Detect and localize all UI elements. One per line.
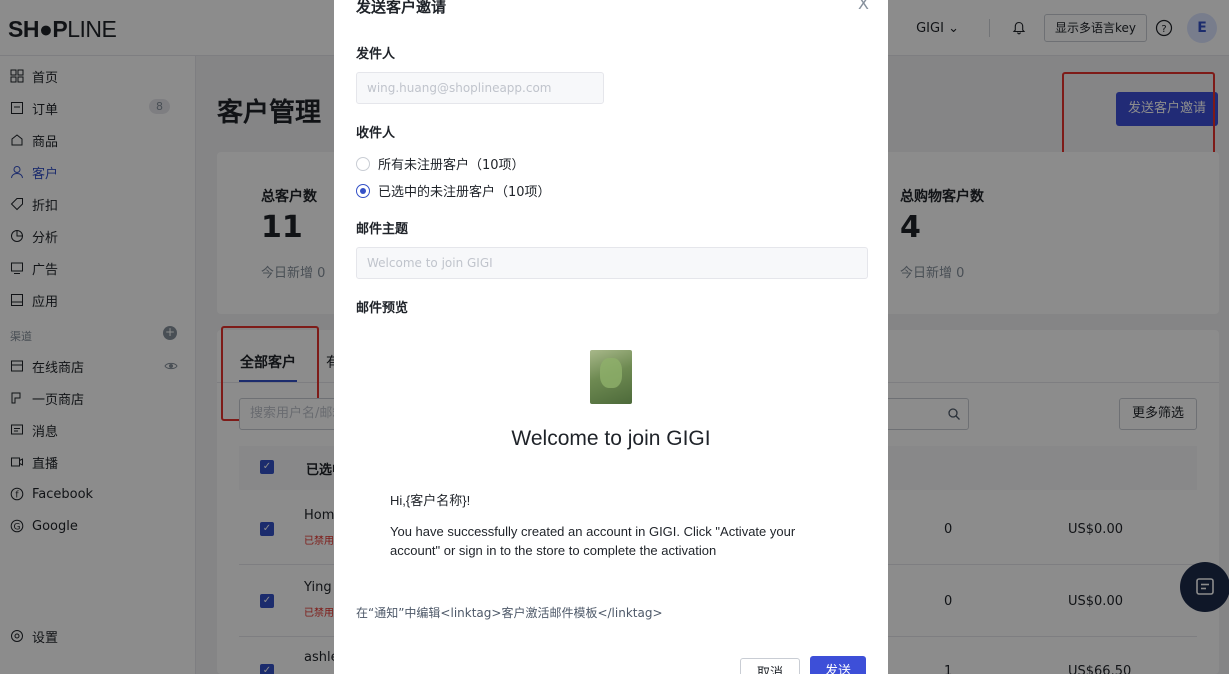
sender-label: 发件人 <box>356 47 396 62</box>
send-invite-modal: 发送客户邀请 X 发件人 wing.huang@shoplineapp.com … <box>334 0 888 674</box>
radio-label: 所有未注册客户（10项） <box>378 158 525 173</box>
preview-label: 邮件预览 <box>356 301 409 316</box>
radio-label: 已选中的未注册客户（10项） <box>378 185 551 200</box>
cancel-button[interactable]: 取消 <box>740 658 800 674</box>
radio-button[interactable] <box>356 156 370 171</box>
edit-template-link[interactable]: 在“通知”中编辑<linktag>客户激活邮件模板</linktag> <box>356 604 663 621</box>
email-preview-title: Welcome to join GIGI <box>511 427 711 450</box>
radio-button[interactable] <box>356 183 370 198</box>
sender-field: wing.huang@shoplineapp.com <box>356 72 604 104</box>
subject-input[interactable]: Welcome to join GIGI <box>356 247 868 279</box>
store-logo-image <box>590 350 632 404</box>
subject-label: 邮件主题 <box>356 222 409 237</box>
recipient-label: 收件人 <box>356 126 396 141</box>
send-button[interactable]: 发送 <box>810 656 866 674</box>
close-icon[interactable]: X <box>858 0 869 13</box>
radio-all-unregistered[interactable]: 所有未注册客户（10项） <box>356 154 525 173</box>
modal-title: 发送客户邀请 <box>356 0 447 16</box>
email-greeting: Hi,{客户名称}! <box>390 493 471 508</box>
email-body: You have successfully created an account… <box>390 524 796 558</box>
radio-selected-unregistered[interactable]: 已选中的未注册客户（10项） <box>356 181 551 200</box>
